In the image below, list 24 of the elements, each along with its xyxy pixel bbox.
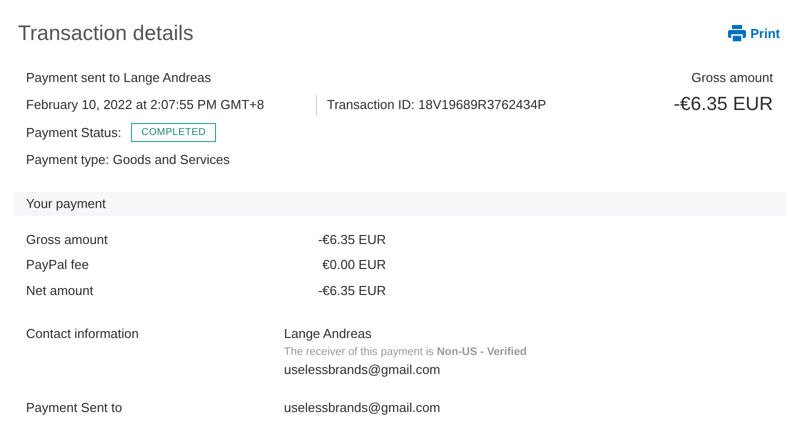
section-title: Your payment	[26, 194, 106, 213]
contact-email: uselessbrands@gmail.com	[284, 361, 442, 379]
amount-label: Gross amount	[26, 230, 109, 248]
amount-value: -€6.35 EUR	[317, 282, 386, 300]
recipient-text: Payment sent to Lange Andreas	[26, 68, 212, 87]
sent-to-email: uselessbrands@gmail.com	[284, 398, 440, 417]
amount-value: -€6.35 EUR	[317, 230, 386, 248]
receiver-note: The receiver of this payment is Non-US - Verified	[284, 344, 527, 360]
amount-label: PayPal fee	[26, 256, 90, 274]
sent-to-label: Payment Sent to	[26, 398, 124, 417]
payment-type: Payment type: Goods and Services	[26, 151, 231, 169]
amount-value: €0.00 EUR	[321, 256, 386, 274]
status-label: Payment Status:	[26, 124, 122, 142]
print-button[interactable]: Print	[728, 24, 780, 44]
page-title: Transaction details	[18, 21, 194, 47]
printer-icon	[728, 25, 746, 42]
contact-label: Contact information	[26, 325, 140, 343]
gross-amount-label: Gross amount	[691, 68, 773, 86]
transaction-id: Transaction ID: 18V19689R3762434P	[316, 95, 546, 114]
gross-amount-value: -€6.35 EUR	[674, 93, 773, 117]
date-text: February 10, 2022 at 2:07:55 PM GMT+8	[26, 96, 266, 114]
amount-label: Net amount	[26, 282, 94, 300]
status-badge: COMPLETED	[131, 122, 216, 142]
contact-name: Lange Andreas	[284, 325, 372, 343]
